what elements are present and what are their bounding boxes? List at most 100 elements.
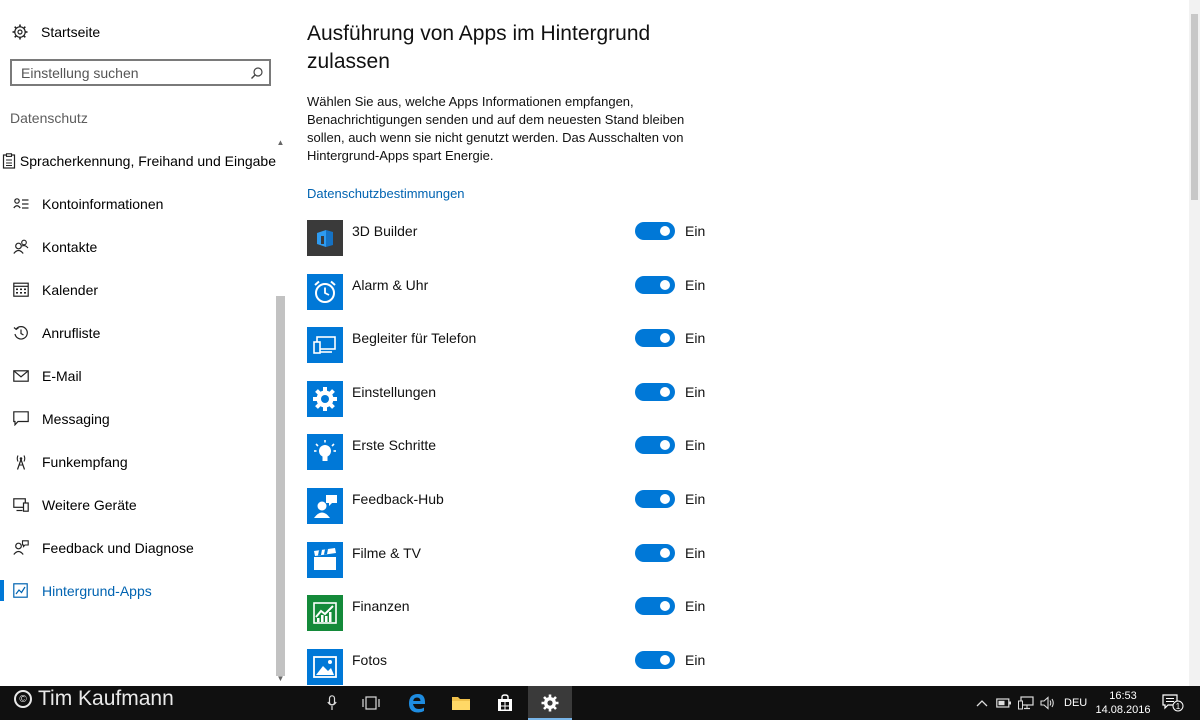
copyright-watermark: © Tim Kaufmann bbox=[14, 687, 174, 711]
watermark-text: Tim Kaufmann bbox=[38, 687, 174, 710]
settings-sidebar: Startseite Einstellung suchen Datenschut… bbox=[0, 0, 287, 686]
taskbar: © Tim Kaufmann DEU 16:53 14.08.2016 1 bbox=[0, 686, 1200, 720]
show-hidden-icons-chevron-icon[interactable] bbox=[976, 686, 988, 720]
edge-browser-icon[interactable] bbox=[395, 686, 439, 720]
store-icon[interactable] bbox=[483, 686, 527, 720]
toggle-state: Ein bbox=[685, 437, 706, 454]
settings-content: Ausführung von Apps im Hintergrund zulas… bbox=[287, 0, 1200, 686]
film-clapper-icon bbox=[314, 547, 336, 570]
sidebar-item-contacts[interactable]: Kontakte bbox=[0, 225, 276, 268]
sidebar-item-label: Hintergrund-Apps bbox=[42, 582, 152, 599]
volume-icon[interactable] bbox=[1040, 686, 1056, 720]
clipboard-icon bbox=[3, 152, 16, 169]
sidebar-item-label: Weitere Geräte bbox=[42, 496, 137, 513]
sidebar-item-messaging[interactable]: Messaging bbox=[0, 397, 276, 440]
sidebar-item-label: Kontakte bbox=[42, 238, 98, 255]
sidebar-nav: Spracherkennung, Freihand und Eingabe Ko… bbox=[0, 139, 276, 612]
mail-icon bbox=[12, 369, 29, 382]
app-name: Alarm & Uhr bbox=[352, 276, 429, 293]
background-apps-list: 3D Builder Ein Alarm & Uhr Ein Begleiter… bbox=[307, 220, 727, 686]
input-language-indicator[interactable]: DEU bbox=[1064, 686, 1087, 720]
list-item: Begleiter für Telefon Ein bbox=[307, 327, 727, 381]
app-tile bbox=[307, 487, 343, 524]
list-item: Fotos Ein bbox=[307, 648, 727, 686]
background-toggle[interactable] bbox=[635, 275, 675, 294]
sidebar-item-label: E-Mail bbox=[42, 367, 82, 384]
history-icon bbox=[13, 325, 28, 340]
app-tile bbox=[307, 541, 343, 578]
privacy-statement-link[interactable]: Datenschutzbestimmungen bbox=[307, 186, 465, 201]
background-toggle[interactable] bbox=[635, 436, 675, 455]
taskbar-clock[interactable]: 16:53 14.08.2016 bbox=[1092, 689, 1154, 717]
sidebar-item-calendar[interactable]: Kalender bbox=[0, 268, 276, 311]
sidebar-item-radio[interactable]: Funkempfang bbox=[0, 440, 276, 483]
app-name: Fotos bbox=[352, 651, 388, 668]
background-toggle[interactable] bbox=[635, 329, 675, 348]
sidebar-item-label: Feedback und Diagnose bbox=[42, 539, 194, 556]
settings-search-box[interactable]: Einstellung suchen bbox=[10, 59, 271, 86]
list-item: Alarm & Uhr Ein bbox=[307, 273, 727, 328]
list-item: Feedback-Hub Ein bbox=[307, 487, 727, 542]
sidebar-item-background-apps[interactable]: Hintergrund-Apps bbox=[0, 569, 276, 612]
app-tile bbox=[307, 595, 343, 632]
toggle-state: Ein bbox=[685, 330, 706, 347]
list-item: Filme & TV Ein bbox=[307, 541, 727, 596]
toggle-state: Ein bbox=[685, 651, 706, 668]
copyright-symbol: © bbox=[14, 690, 32, 708]
sidebar-item-account-info[interactable]: Kontoinformationen bbox=[0, 182, 276, 225]
sidebar-item-feedback[interactable]: Feedback und Diagnose bbox=[0, 526, 276, 569]
sidebar-scrollbar-thumb[interactable] bbox=[276, 296, 285, 676]
message-icon bbox=[12, 411, 29, 426]
sidebar-item-label: Kalender bbox=[42, 281, 99, 298]
list-item: 3D Builder Ein bbox=[307, 220, 727, 274]
clock-date: 14.08.2016 bbox=[1095, 704, 1151, 716]
clock-time: 16:53 bbox=[1109, 690, 1137, 702]
sidebar-item-label: Kontoinformationen bbox=[42, 195, 164, 212]
sidebar-scroll-up-arrow[interactable]: ▲ bbox=[276, 138, 285, 147]
home-nav-item[interactable]: Startseite bbox=[12, 21, 100, 43]
sidebar-scroll-down-arrow[interactable]: ▼ bbox=[276, 674, 285, 683]
search-icon[interactable] bbox=[245, 66, 269, 80]
notification-count: 1 bbox=[1176, 702, 1181, 711]
content-scrollbar-thumb[interactable] bbox=[1191, 14, 1198, 200]
microphone-icon[interactable] bbox=[310, 686, 354, 720]
app-name: 3D Builder bbox=[352, 223, 418, 239]
toggle-state: Ein bbox=[685, 223, 706, 239]
app-name: Feedback-Hub bbox=[352, 490, 444, 507]
app-name: Begleiter für Telefon bbox=[352, 330, 477, 347]
sidebar-item-call-history[interactable]: Anrufliste bbox=[0, 311, 276, 354]
network-icon[interactable] bbox=[1018, 686, 1034, 720]
search-placeholder: Einstellung suchen bbox=[21, 64, 139, 81]
section-heading-datenschutz: Datenschutz bbox=[10, 110, 88, 126]
app-tile bbox=[307, 220, 343, 256]
sidebar-item-other-devices[interactable]: Weitere Geräte bbox=[0, 483, 276, 526]
task-view-icon[interactable] bbox=[349, 686, 393, 720]
app-tile bbox=[307, 648, 343, 685]
background-toggle[interactable] bbox=[635, 382, 675, 401]
action-center-icon[interactable]: 1 bbox=[1162, 686, 1184, 720]
phone-companion-icon bbox=[313, 336, 336, 354]
app-tile bbox=[307, 273, 343, 310]
background-toggle[interactable] bbox=[635, 650, 675, 669]
background-toggle[interactable] bbox=[635, 489, 675, 508]
sidebar-item-label: Anrufliste bbox=[42, 324, 101, 341]
sidebar-item-label: Funkempfang bbox=[42, 453, 128, 470]
sidebar-item-email[interactable]: E-Mail bbox=[0, 354, 276, 397]
sidebar-item-speech[interactable]: Spracherkennung, Freihand und Eingabe bbox=[0, 139, 276, 182]
background-toggle[interactable] bbox=[635, 597, 675, 616]
background-toggle[interactable] bbox=[635, 543, 675, 562]
toggle-state: Ein bbox=[685, 490, 706, 507]
content-scrollbar[interactable] bbox=[1189, 0, 1200, 686]
battery-icon[interactable] bbox=[996, 686, 1012, 720]
account-info-icon bbox=[12, 197, 28, 209]
settings-taskbar-icon[interactable] bbox=[528, 686, 572, 720]
home-label: Startseite bbox=[41, 24, 101, 40]
toggle-state: Ein bbox=[685, 544, 706, 561]
feedback-hub-icon bbox=[314, 494, 337, 518]
app-name: Finanzen bbox=[352, 598, 410, 615]
page-title: Ausführung von Apps im Hintergrund zulas… bbox=[307, 22, 651, 73]
photos-icon bbox=[313, 655, 337, 678]
file-explorer-icon[interactable] bbox=[439, 686, 483, 720]
app-name: Filme & TV bbox=[352, 544, 421, 561]
background-toggle[interactable] bbox=[635, 222, 675, 240]
